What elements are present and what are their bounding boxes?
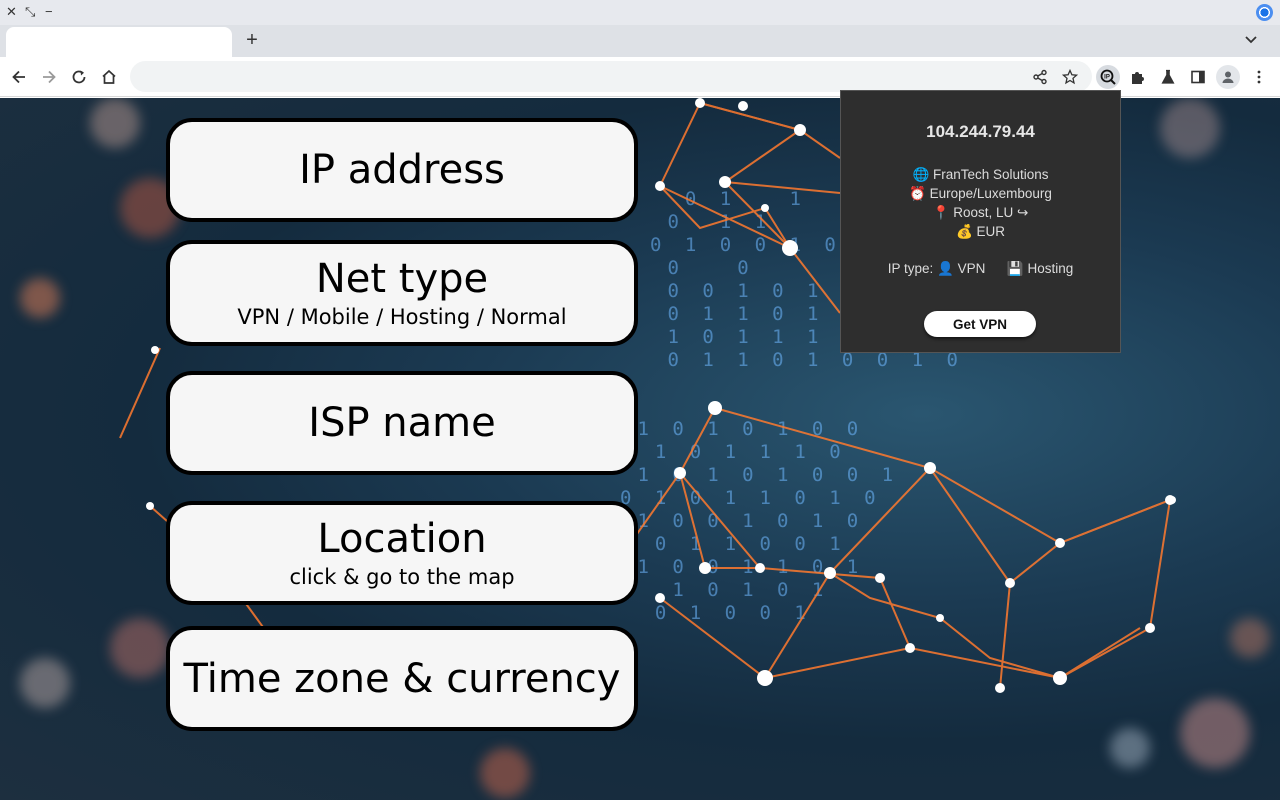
ip-lookup-icon: IP	[1100, 69, 1116, 85]
bookmark-button[interactable]	[1060, 67, 1080, 87]
new-tab-button[interactable]: +	[240, 29, 264, 53]
address-bar[interactable]	[130, 61, 1092, 92]
popup-ip-type-label: IP type:	[887, 261, 934, 276]
profile-icon	[1222, 71, 1234, 83]
chevron-down-icon	[1245, 36, 1257, 44]
ip-lookup-extension-button[interactable]: IP	[1096, 65, 1120, 89]
card-title: Time zone & currency	[183, 655, 621, 702]
feature-card-isp-name: ISP name	[166, 371, 638, 475]
kebab-menu-icon	[1257, 70, 1261, 84]
feature-card-location: Location click & go to the map	[166, 501, 638, 605]
home-icon	[102, 69, 116, 84]
chrome-logo-icon	[1256, 4, 1273, 21]
labs-button[interactable]	[1156, 65, 1180, 89]
card-subtitle: click & go to the map	[289, 565, 515, 589]
home-button[interactable]	[97, 65, 121, 89]
share-icon	[1033, 69, 1047, 85]
popup-ip-address[interactable]: 104.244.79.44	[841, 122, 1120, 142]
card-title: Location	[317, 516, 487, 562]
side-panel-icon	[1191, 70, 1205, 84]
window-title-bar: ✕ ⤡ −	[0, 0, 1280, 25]
active-tab[interactable]	[6, 27, 232, 57]
close-window-icon[interactable]: ✕	[6, 4, 17, 20]
star-icon	[1062, 69, 1078, 85]
popup-isp: 🌐 FranTech Solutions	[912, 167, 1049, 182]
reload-button[interactable]	[67, 65, 91, 89]
restore-window-icon[interactable]: ⤡	[25, 4, 35, 20]
get-vpn-button[interactable]: Get VPN	[924, 311, 1036, 337]
popup-location-link[interactable]: 📍 Roost, LU ↪	[841, 205, 1120, 221]
popup-ip-type-vpn: 👤 VPN	[937, 261, 986, 276]
card-subtitle: VPN / Mobile / Hosting / Normal	[237, 305, 567, 329]
tab-strip: +	[0, 25, 1280, 57]
card-title: Net type	[315, 256, 489, 302]
extensions-button[interactable]	[1126, 65, 1150, 89]
puzzle-icon	[1132, 72, 1144, 84]
feature-card-ip-address: IP address	[166, 118, 638, 222]
forward-button[interactable]	[37, 65, 61, 89]
popup-currency: 💰 EUR	[955, 224, 1006, 239]
tab-search-button[interactable]	[1240, 29, 1262, 51]
profile-button[interactable]	[1216, 65, 1240, 89]
popup-ip-type-hosting: 💾 Hosting	[1006, 261, 1074, 276]
back-button[interactable]	[7, 65, 31, 89]
reload-icon	[72, 70, 86, 84]
popup-ip-type-row: IP type: 👤 VPN 💾 Hosting	[841, 261, 1120, 277]
feature-card-net-type: Net type VPN / Mobile / Hosting / Normal	[166, 240, 638, 346]
browser-menu-button[interactable]	[1247, 65, 1271, 89]
share-button[interactable]	[1030, 67, 1050, 87]
ip-info-popup: 104.244.79.44 🌐 FranTech Solutions ⏰ Eur…	[840, 90, 1121, 353]
back-arrow-icon	[12, 70, 25, 84]
card-title: IP address	[299, 147, 505, 193]
side-panel-button[interactable]	[1186, 65, 1210, 89]
svg-text:IP: IP	[1104, 75, 1110, 81]
forward-arrow-icon	[43, 70, 56, 84]
minimize-window-icon[interactable]: −	[45, 4, 53, 20]
card-title: ISP name	[308, 400, 496, 446]
flask-icon	[1161, 69, 1175, 84]
popup-timezone: ⏰ Europe/Luxembourg	[909, 186, 1052, 201]
feature-card-time-zone-currency: Time zone & currency	[166, 626, 638, 731]
